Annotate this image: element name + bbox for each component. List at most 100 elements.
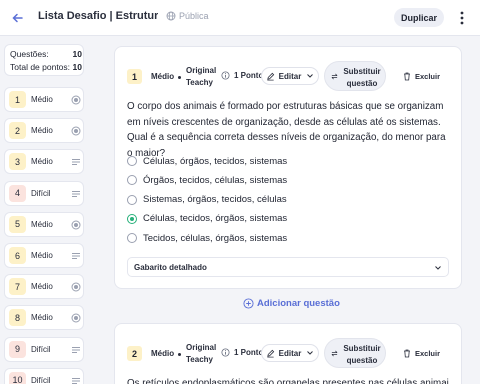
top-bar: Lista Desafio | Estruturas B... Pública … [0, 0, 480, 36]
delete-label: Excluir [415, 349, 441, 358]
points-label: 1 Ponto [234, 71, 264, 80]
question-text: O corpo dos animais é formado por estrut… [127, 101, 446, 159]
question-number: 9 [9, 340, 26, 358]
add-question-label: Adicionar questão [257, 298, 340, 309]
separator-dot [178, 76, 181, 79]
edit-button[interactable]: Editar [261, 67, 319, 85]
question-difficulty: Médio [31, 95, 53, 104]
radio-icon[interactable] [127, 156, 137, 166]
question-number: 3 [9, 153, 26, 171]
question-number: 2 [9, 122, 26, 140]
delete-button[interactable]: Excluir [403, 72, 440, 81]
globe-icon [166, 11, 176, 21]
question-number: 1 [9, 91, 26, 108]
delete-button[interactable]: Excluir [403, 349, 440, 358]
chevron-down-icon [307, 351, 314, 355]
radio-icon[interactable] [127, 194, 137, 205]
radio-icon[interactable] [127, 233, 137, 244]
sidebar-question-item[interactable]: 3 Médio [4, 149, 84, 175]
answer-option[interactable]: Células, tecidos, órgãos, sistemas [127, 212, 287, 226]
radio-icon[interactable] [127, 175, 137, 186]
questions-label: Questões: [10, 49, 49, 59]
answer-option-text: Tecidos, células, órgãos, sistemas [143, 232, 288, 244]
edit-button[interactable]: Editar [261, 344, 319, 362]
visibility-label: Pública [166, 11, 209, 21]
questions-value: 10 [72, 49, 82, 59]
pencil-icon [266, 72, 274, 80]
substitute-line-1: Substituir [343, 344, 381, 353]
answer-option[interactable]: Tecidos, células, órgãos, sistemas [127, 231, 287, 245]
question-number: 6 [9, 247, 26, 264]
add-question-button[interactable]: Adicionar questão [243, 298, 340, 309]
substitute-button[interactable]: Substituir questão [324, 61, 386, 91]
question-difficulty: Difícil [31, 188, 51, 198]
substitute-line-1: Substituir [343, 67, 381, 76]
edit-label: Editar [278, 348, 302, 358]
answer-option[interactable]: Células, órgãos, tecidos, sistemas [127, 154, 287, 168]
sidebar-question-item[interactable]: 7 Médio [4, 274, 84, 300]
info-icon[interactable] [221, 71, 230, 80]
question-number: 7 [9, 278, 26, 296]
points-value: 10 [72, 62, 82, 72]
question-number: 4 [9, 184, 26, 202]
difficulty-label: Médio [151, 72, 175, 81]
back-button[interactable] [8, 8, 28, 28]
origin-line-1: Original [186, 66, 217, 75]
swap-icon [331, 73, 338, 80]
question-difficulty: Médio [31, 251, 53, 260]
sidebar-question-item[interactable]: 1 Médio [4, 87, 84, 112]
delete-label: Excluir [415, 72, 441, 81]
points-label: 1 Ponto [234, 348, 264, 357]
question-difficulty: Difícil [31, 375, 51, 384]
chevron-down-icon [435, 266, 441, 270]
substitute-button[interactable]: Substituir questão [324, 338, 386, 368]
answer-key-dropdown[interactable]: Gabarito detalhado [127, 257, 449, 277]
question-difficulty: Médio [31, 313, 53, 323]
chevron-down-icon [307, 74, 314, 78]
sidebar-question-item[interactable]: 5 Médio [4, 211, 84, 237]
question-card-2: 2 Médio Original Teachy 1 Ponto Editar S… [114, 323, 462, 384]
questions-count-row: Questões: 10 [10, 49, 82, 59]
pencil-icon [266, 349, 274, 357]
radio-selected-icon[interactable] [127, 213, 137, 224]
question-number-badge: 2 [127, 346, 142, 361]
sidebar-question-item[interactable]: 2 Médio [4, 118, 84, 144]
kebab-menu-icon [460, 11, 464, 25]
sidebar-question-item[interactable]: 8 Médio [4, 305, 84, 331]
question-card-1: 1 Médio Original Teachy 1 Ponto Editar S… [114, 46, 462, 289]
sidebar-question-item[interactable]: 10 Difícil [4, 367, 84, 384]
sidebar-question-item[interactable]: 6 Médio [4, 243, 84, 268]
trash-icon [404, 349, 410, 358]
answer-option-text: Sistemas, órgãos, tecidos, células [143, 194, 287, 206]
question-difficulty: Médio [31, 126, 53, 136]
radio-icon [71, 282, 81, 292]
substitute-line-2: questão [346, 79, 378, 88]
more-options-button[interactable] [455, 8, 469, 28]
radio-icon [71, 95, 81, 105]
question-difficulty: Médio [31, 219, 53, 229]
question-number: 8 [9, 309, 26, 327]
visibility-text: Pública [179, 11, 209, 21]
answer-option[interactable]: Sistemas, órgãos, tecidos, células [127, 193, 287, 207]
question-number: 10 [9, 371, 26, 384]
points-label: Total de pontos: [10, 62, 71, 72]
answer-option[interactable]: Órgãos, tecidos, células, sistemas [127, 173, 287, 187]
question-difficulty: Médio [31, 157, 53, 167]
lines-icon [72, 190, 80, 197]
radio-icon [71, 220, 81, 230]
arrow-left-icon [12, 13, 23, 23]
origin-label: Original Teachy [186, 65, 216, 89]
duplicate-button[interactable]: Duplicar [394, 8, 444, 27]
sidebar-question-item[interactable]: 9 Difícil [4, 336, 84, 362]
answer-option-text: Órgãos, tecidos, células, sistemas [143, 174, 288, 186]
info-icon[interactable] [221, 348, 230, 357]
origin-line-1: Original [186, 343, 217, 352]
question-text: Os retículos endoplasmáticos são organel… [127, 378, 449, 384]
question-number-badge: 1 [127, 69, 142, 84]
answer-option-text: Células, tecidos, órgãos, sistemas [143, 213, 288, 225]
radio-icon [71, 126, 81, 136]
radio-icon [71, 313, 81, 323]
question-difficulty: Médio [31, 282, 53, 292]
summary-box: Questões: 10 Total de pontos: 10 [4, 44, 84, 76]
sidebar-question-item[interactable]: 4 Difícil [4, 180, 84, 206]
